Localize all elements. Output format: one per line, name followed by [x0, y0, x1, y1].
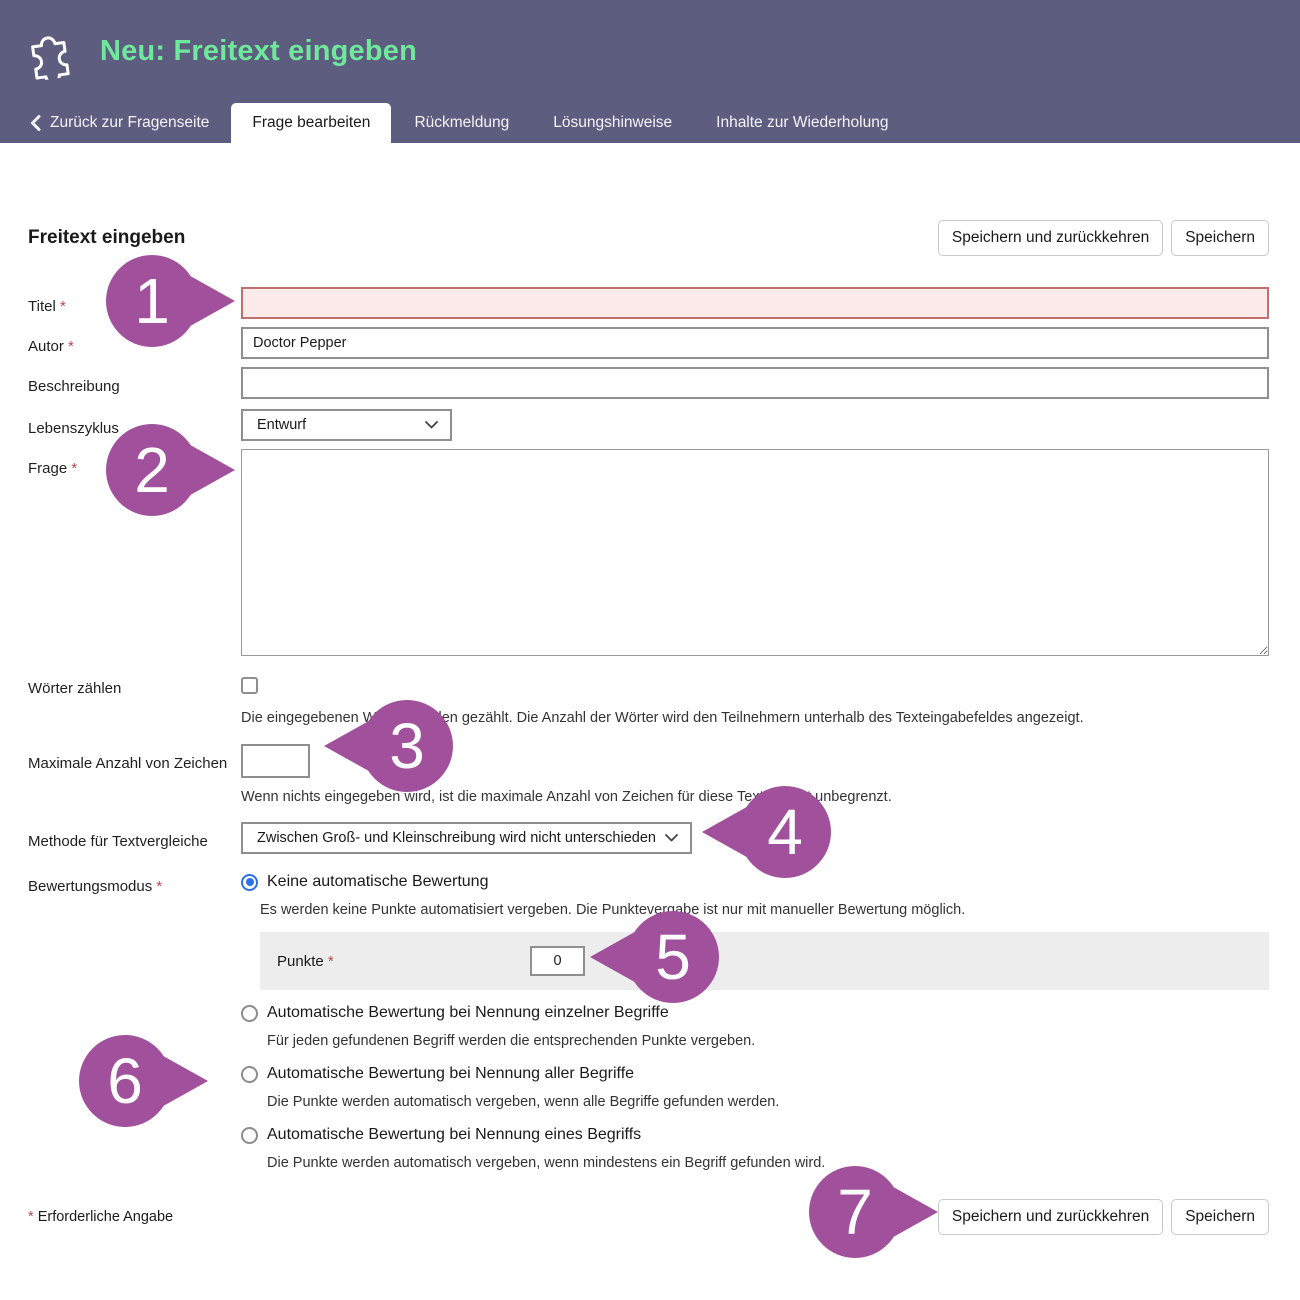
required-asterisk: *: [60, 298, 66, 315]
save-and-return-button-bottom[interactable]: Speichern und zurückkehren: [938, 1199, 1163, 1235]
woerter-zaehlen-help: Die eingegebenen Wörter werden gezählt. …: [241, 708, 1269, 728]
punkte-label: Punkte *: [277, 953, 530, 970]
radio-option-keine-automatische-bewertung[interactable]: Keine automatische Bewertung: [241, 873, 1269, 891]
chevron-down-icon: [425, 421, 438, 429]
option-help: Die Punkte werden automatisch vergeben, …: [267, 1092, 1269, 1112]
methode-selected-value: Zwischen Groß- und Kleinschreibung wird …: [257, 830, 656, 846]
max-zeichen-input[interactable]: [241, 744, 310, 778]
tab-rueckmeldung[interactable]: Rückmeldung: [393, 103, 530, 143]
save-button-bottom[interactable]: Speichern: [1171, 1199, 1269, 1235]
beschreibung-input[interactable]: [241, 367, 1269, 399]
tab-inhalte-zur-wiederholung[interactable]: Inhalte zur Wiederholung: [695, 103, 909, 143]
autor-label: Autor *: [28, 327, 241, 359]
back-link-label: Zurück zur Fragenseite: [50, 114, 209, 132]
required-asterisk: *: [156, 878, 162, 895]
back-to-question-page-link[interactable]: Zurück zur Fragenseite: [0, 103, 231, 143]
required-asterisk: *: [28, 1209, 34, 1225]
tab-loesungshinweise[interactable]: Lösungshinweise: [532, 103, 693, 143]
max-zeichen-help: Wenn nichts eingegeben wird, ist die max…: [241, 787, 1269, 807]
chevron-down-icon: [665, 834, 678, 842]
titel-label: Titel *: [28, 287, 241, 319]
required-note: * Erforderliche Angabe: [28, 1199, 173, 1225]
woerter-zaehlen-checkbox[interactable]: [241, 677, 258, 694]
radio-option-nennung-aller-begriffe[interactable]: Automatische Bewertung bei Nennung aller…: [241, 1065, 1269, 1083]
save-button-top[interactable]: Speichern: [1171, 220, 1269, 256]
lebenszyklus-select[interactable]: Entwurf: [241, 409, 452, 441]
required-asterisk: *: [68, 338, 74, 355]
methode-select[interactable]: Zwischen Groß- und Kleinschreibung wird …: [241, 822, 692, 854]
tab-frage-bearbeiten[interactable]: Frage bearbeiten: [231, 103, 391, 143]
lebenszyklus-selected-value: Entwurf: [257, 417, 306, 433]
radio-option-nennung-einzelner-begriffe[interactable]: Automatische Bewertung bei Nennung einze…: [241, 1004, 1269, 1022]
chevron-left-icon: [30, 115, 41, 131]
punkte-input[interactable]: [530, 946, 585, 976]
required-asterisk: *: [71, 460, 77, 477]
autor-input[interactable]: [241, 327, 1269, 359]
methode-label: Methode für Textvergleiche: [28, 822, 241, 854]
option-help: Es werden keine Punkte automatisiert ver…: [260, 900, 1269, 920]
form-area: Freitext eingeben Speichern und zurückke…: [0, 220, 1300, 1235]
form-title: Freitext eingeben: [28, 227, 185, 249]
app-header: Neu: Freitext eingeben: [0, 0, 1300, 103]
required-asterisk: *: [328, 953, 334, 970]
lebenszyklus-label: Lebenszyklus: [28, 409, 241, 441]
frage-textarea[interactable]: [241, 449, 1269, 656]
bewertungsmodus-label: Bewertungsmodus *: [28, 873, 241, 1173]
radio-option-nennung-eines-begriffs[interactable]: Automatische Bewertung bei Nennung eines…: [241, 1126, 1269, 1144]
woerter-zaehlen-label: Wörter zählen: [28, 669, 241, 728]
radio-icon-selected[interactable]: [241, 874, 258, 891]
radio-icon[interactable]: [241, 1127, 258, 1144]
frage-label: Frage *: [28, 449, 241, 661]
radio-icon[interactable]: [241, 1066, 258, 1083]
max-zeichen-label: Maximale Anzahl von Zeichen: [28, 744, 241, 807]
punkte-subsection: Punkte *: [260, 932, 1269, 990]
tab-bar: Zurück zur Fragenseite Frage bearbeiten …: [0, 103, 1300, 143]
titel-input[interactable]: [241, 287, 1269, 319]
beschreibung-label: Beschreibung: [28, 367, 241, 399]
page-title: Neu: Freitext eingeben: [100, 35, 417, 68]
option-help: Für jeden gefundenen Begriff werden die …: [267, 1031, 1269, 1051]
radio-icon[interactable]: [241, 1005, 258, 1022]
puzzle-piece-icon: [22, 24, 78, 80]
save-and-return-button-top[interactable]: Speichern und zurückkehren: [938, 220, 1163, 256]
option-help: Die Punkte werden automatisch vergeben, …: [267, 1153, 1269, 1173]
